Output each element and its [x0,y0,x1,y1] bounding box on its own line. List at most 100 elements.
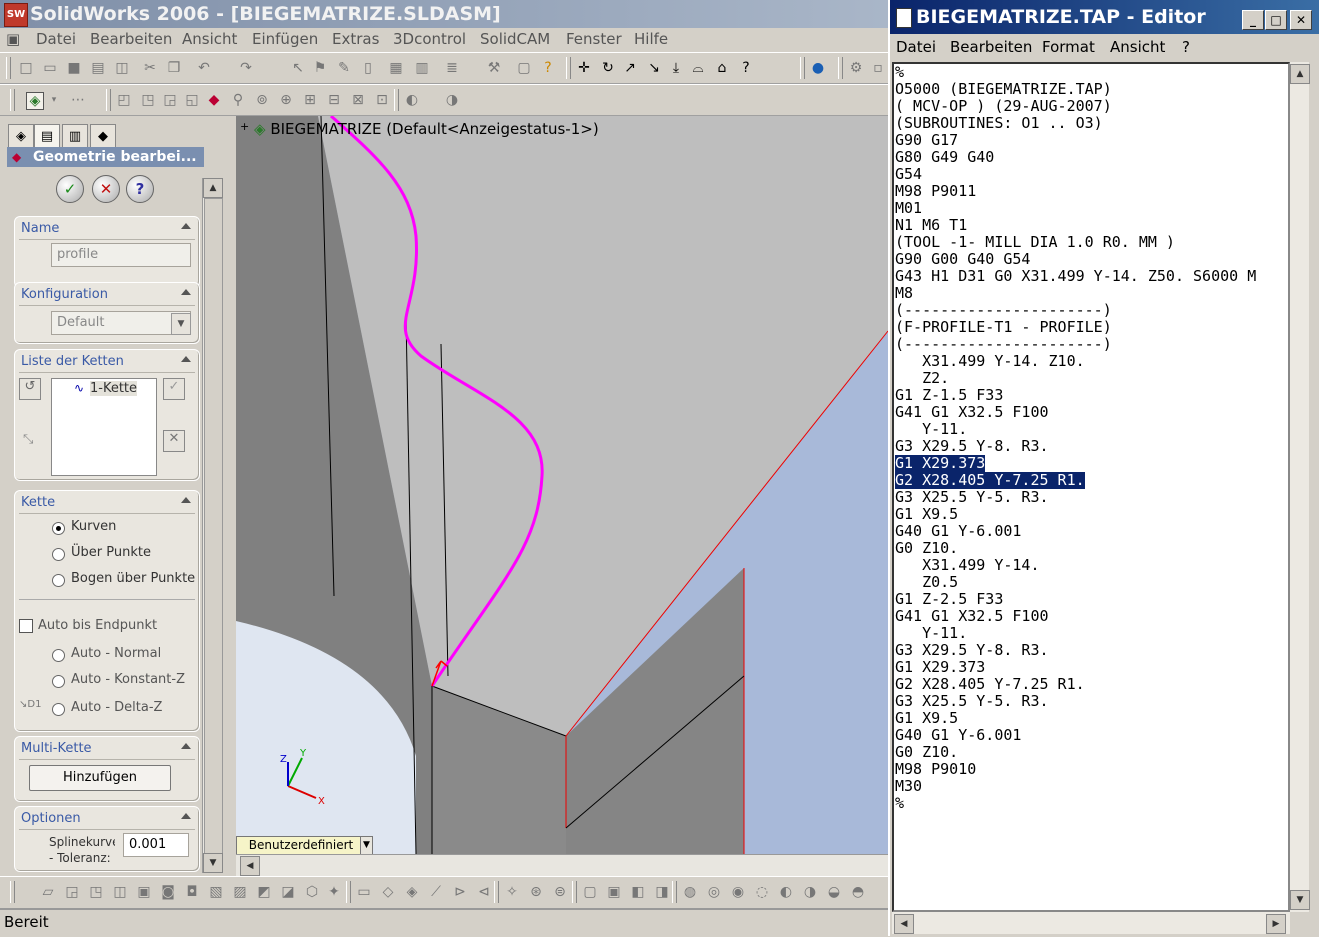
close-button[interactable]: ✕ [1290,10,1312,30]
view-tool-8[interactable]: ◌ [754,884,770,900]
arrow-down-right-icon[interactable]: ↘ [646,60,662,76]
feature-icon-4[interactable]: ◫ [112,884,128,900]
cancel-button[interactable]: ✕ [92,175,120,203]
viewport-hscrollbar[interactable]: ◀ [236,854,888,876]
editor-hscrollbar[interactable]: ◀ ▶ [892,912,1290,934]
assembly-icon-5[interactable]: ◆ [206,92,222,108]
assembly-icon-6[interactable]: ⚲ [230,92,246,108]
collapse-arrow-icon[interactable] [181,497,191,503]
copy-icon[interactable]: ❐ [166,60,182,76]
view-tool-3[interactable]: ◧ [630,884,646,900]
chevron-down-icon[interactable]: ▼ [171,313,191,335]
sketch-tool-6[interactable]: ⊲ [476,884,492,900]
assembly-icon-4[interactable]: ◱ [184,92,200,108]
sketch-icon[interactable]: ✎ [336,60,352,76]
collapse-arrow-icon[interactable] [181,813,191,819]
chains-list[interactable]: ∿ 1-Kette [51,378,157,476]
arrow-up-right-icon[interactable]: ↗ [622,60,638,76]
editor-text-area[interactable]: % O5000 (BIEGEMATRIZE.TAP)( MCV-OP ) (29-… [892,62,1290,912]
editor-menu-help[interactable]: ? [1182,38,1190,56]
editor-vscrollbar[interactable]: ▲ ▼ [1290,62,1310,912]
menu-solidcam[interactable]: SolidCAM [480,30,550,48]
tool-icon[interactable]: ⚒ [486,60,502,76]
spline-tolerance-input[interactable]: 0.001 [123,833,189,857]
component-icon[interactable]: ◈ [26,92,44,110]
feature-icon-7[interactable]: ◘ [184,884,200,900]
extra-icon[interactable]: ▫ [870,60,886,76]
globe-icon[interactable]: ● [810,60,826,76]
view-tool-5[interactable]: ◍ [682,884,698,900]
scroll-left-icon[interactable]: ◀ [240,856,260,876]
assembly-tree-label[interactable]: ◈ BIEGEMATRIZE (Default<Anzeigestatus-1>… [254,120,599,138]
menu-datei[interactable]: Datei [36,30,76,48]
sketch-tool-9[interactable]: ⊜ [552,884,568,900]
tool-holder-icon[interactable]: ⌂ [714,60,730,76]
auto-checkbox[interactable] [19,619,33,633]
minimize-button[interactable]: _ [1242,10,1264,30]
editor-menu-format[interactable]: Format [1042,38,1095,56]
maximize-button[interactable]: □ [1265,10,1287,30]
radio-auto-konstant[interactable] [52,675,65,688]
radio-auto-normal[interactable] [52,649,65,662]
scroll-left-icon[interactable]: ◀ [894,914,914,934]
editor-menu-ansicht[interactable]: Ansicht [1110,38,1165,56]
scroll-down-icon[interactable]: ▼ [1290,890,1310,910]
sketch-tool-4[interactable]: ⟋ [428,884,444,900]
view-tool-9[interactable]: ◐ [778,884,794,900]
save-icon[interactable]: ■ [66,60,82,76]
print-preview-icon[interactable]: ◫ [114,60,130,76]
add-button[interactable]: Hinzufügen [29,765,171,791]
view-tool-12[interactable]: ◓ [850,884,866,900]
feature-icon-6[interactable]: ◙ [160,884,176,900]
rebuild-icon[interactable]: ⚑ [312,60,328,76]
toolpath-icon[interactable]: ⌓ [690,60,706,76]
help-icon[interactable]: ? [540,60,556,76]
toolbar-grip[interactable] [346,881,351,903]
accept-chain-icon[interactable]: ✓ [163,378,185,400]
menu-hilfe[interactable]: Hilfe [634,30,668,48]
scroll-thumb[interactable] [204,198,223,854]
feature-icon-10[interactable]: ◩ [256,884,272,900]
tree-expand-icon[interactable]: + [240,120,249,133]
toolbar-grip[interactable] [10,89,15,111]
radio-bogen[interactable] [52,574,65,587]
assembly-icon-8[interactable]: ⊕ [278,92,294,108]
view-tool-10[interactable]: ◑ [802,884,818,900]
open-icon[interactable]: ▭ [42,60,58,76]
window-icon[interactable]: ▢ [516,60,532,76]
radio-kurven[interactable] [52,522,65,535]
view-tool-7[interactable]: ◉ [730,884,746,900]
grid-icon[interactable]: ▦ [388,60,404,76]
assembly-icon-1[interactable]: ◰ [116,92,132,108]
feature-icon-5[interactable]: ▣ [136,884,152,900]
arrow-down-bar-icon[interactable]: ⤓ [668,60,684,76]
collapse-arrow-icon[interactable] [181,223,191,229]
assembly-icon-9[interactable]: ⊞ [302,92,318,108]
collapse-arrow-icon[interactable] [181,289,191,295]
editor-titlebar[interactable]: BIEGEMATRIZE.TAP - Editor _ □ ✕ [890,0,1319,34]
display-icon[interactable]: ◐ [404,92,420,108]
options-icon[interactable]: ▯ [360,60,376,76]
move-icon[interactable]: ⤡ [23,432,33,447]
ok-button[interactable]: ✓ [56,175,84,203]
table-icon[interactable]: ▥ [414,60,430,76]
sketch-tool-1[interactable]: ▭ [356,884,372,900]
redo-icon[interactable]: ↷ [238,60,254,76]
chevron-down-icon[interactable]: ▼ [360,836,373,855]
radio-ueber-punkte[interactable] [52,548,65,561]
editor-menu-bearbeiten[interactable]: Bearbeiten [950,38,1032,56]
view-tool-1[interactable]: ▢ [582,884,598,900]
question-icon[interactable]: ? [738,60,754,76]
toolbar-grip[interactable] [566,57,571,79]
undo-chain-icon[interactable]: ↺ [19,378,41,400]
rotate-icon[interactable]: ↻ [600,60,616,76]
toolbar-grip[interactable] [394,89,399,111]
menu-3dcontrol[interactable]: 3Dcontrol [393,30,466,48]
menu-bearbeiten[interactable]: Bearbeiten [90,30,172,48]
gear-icon[interactable]: ⚙ [848,60,864,76]
display-icon-2[interactable]: ◑ [444,92,460,108]
collapse-arrow-icon[interactable] [181,743,191,749]
sketch-tool-5[interactable]: ⊳ [452,884,468,900]
dropdown-arrow-icon[interactable]: ▾ [46,92,62,108]
sketch-tool-8[interactable]: ⊛ [528,884,544,900]
